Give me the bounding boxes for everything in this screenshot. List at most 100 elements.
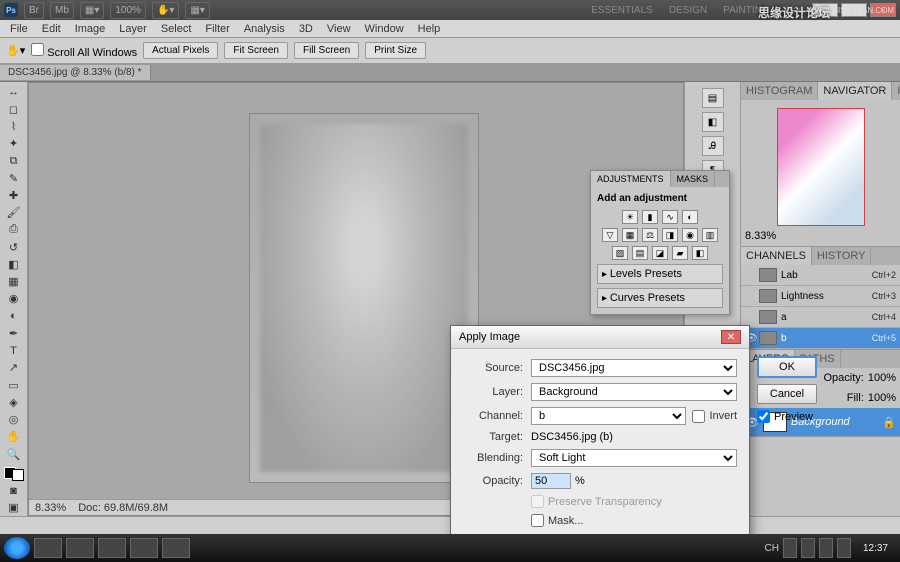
quickmask-icon[interactable]: ◙: [3, 482, 25, 498]
adj-brightness-icon[interactable]: ☀: [622, 210, 638, 224]
channel-row[interactable]: 👁bCtrl+5: [741, 328, 900, 349]
document-tab[interactable]: DSC3456.jpg @ 8.33% (b/8) *: [0, 65, 151, 80]
invert-checkbox[interactable]: Invert: [692, 410, 737, 423]
panel-icon[interactable]: Ꭿ: [702, 136, 724, 156]
taskbar-item[interactable]: [98, 538, 126, 558]
tab-adjustments[interactable]: ADJUSTMENTS: [591, 171, 671, 187]
adj-invert-icon[interactable]: ▨: [612, 246, 628, 260]
screenmode-icon[interactable]: ▣: [3, 500, 25, 516]
hand-tool-icon[interactable]: ✋▾: [6, 44, 25, 57]
adj-exposure-icon[interactable]: ◐: [682, 210, 698, 224]
start-button[interactable]: [4, 537, 30, 559]
source-select[interactable]: DSC3456.jpg: [531, 359, 737, 377]
adj-bw-icon[interactable]: ◨: [662, 228, 678, 242]
taskbar-item[interactable]: [66, 538, 94, 558]
tab-navigator[interactable]: NAVIGATOR: [818, 82, 892, 100]
adj-threshold-icon[interactable]: ◪: [652, 246, 668, 260]
3d-tool-icon[interactable]: ◈: [3, 394, 25, 410]
levels-presets[interactable]: ▸ Levels Presets: [597, 264, 723, 284]
blending-select[interactable]: Soft Light: [531, 449, 737, 467]
menu-help[interactable]: Help: [412, 21, 447, 37]
brush-tool-icon[interactable]: 🖌: [3, 205, 25, 221]
path-tool-icon[interactable]: ↗: [3, 360, 25, 376]
dodge-tool-icon[interactable]: ◐: [3, 308, 25, 324]
tray-icon[interactable]: [819, 538, 833, 558]
taskbar-item[interactable]: [130, 538, 158, 558]
eraser-tool-icon[interactable]: ◧: [3, 256, 25, 272]
adj-hue-icon[interactable]: ▦: [622, 228, 638, 242]
preview-checkbox[interactable]: Preview: [757, 410, 817, 423]
menu-select[interactable]: Select: [155, 21, 198, 37]
titlebar-icon[interactable]: ✋▾: [152, 2, 179, 19]
gradient-tool-icon[interactable]: ▦: [3, 274, 25, 290]
print-size-button[interactable]: Print Size: [365, 42, 426, 59]
crop-tool-icon[interactable]: ⧉: [3, 153, 25, 169]
lasso-tool-icon[interactable]: ⌇: [3, 118, 25, 134]
adj-poster-icon[interactable]: ▤: [632, 246, 648, 260]
dialog-close-icon[interactable]: ✕: [721, 330, 741, 344]
ok-button[interactable]: OK: [757, 356, 817, 378]
adj-mixer-icon[interactable]: ▥: [702, 228, 718, 242]
shape-tool-icon[interactable]: ▭: [3, 377, 25, 393]
menu-3d[interactable]: 3D: [293, 21, 319, 37]
menu-window[interactable]: Window: [359, 21, 410, 37]
adj-curves-icon[interactable]: ∿: [662, 210, 678, 224]
panel-icon[interactable]: ◧: [702, 112, 724, 132]
navigator-preview[interactable]: [777, 108, 865, 226]
cancel-button[interactable]: Cancel: [757, 384, 817, 404]
curves-presets[interactable]: ▸ Curves Presets: [597, 288, 723, 308]
channel-row[interactable]: LightnessCtrl+3: [741, 286, 900, 307]
zoom-tool-icon[interactable]: 🔍: [3, 446, 25, 462]
stamp-tool-icon[interactable]: ⎙: [3, 222, 25, 238]
titlebar-icon[interactable]: Mb: [50, 2, 74, 19]
actual-pixels-button[interactable]: Actual Pixels: [143, 42, 218, 59]
adj-levels-icon[interactable]: ▮: [642, 210, 658, 224]
opacity-input[interactable]: [531, 473, 571, 489]
fill-screen-button[interactable]: Fill Screen: [294, 42, 359, 59]
tray-icon[interactable]: [837, 538, 851, 558]
tray-icon[interactable]: [783, 538, 797, 558]
eyedropper-tool-icon[interactable]: ✎: [3, 170, 25, 186]
workspace-design[interactable]: DESIGN: [669, 5, 707, 16]
opacity-value[interactable]: 100%: [868, 372, 896, 384]
type-tool-icon[interactable]: T: [3, 343, 25, 359]
pen-tool-icon[interactable]: ✒: [3, 325, 25, 341]
taskbar-clock[interactable]: 12:37: [855, 543, 896, 554]
menu-view[interactable]: View: [321, 21, 357, 37]
tab-history[interactable]: HISTORY: [812, 247, 872, 265]
channel-row[interactable]: LabCtrl+2: [741, 265, 900, 286]
menu-filter[interactable]: Filter: [199, 21, 235, 37]
tray-icon[interactable]: [801, 538, 815, 558]
adj-balance-icon[interactable]: ⚖: [642, 228, 658, 242]
scroll-all-checkbox[interactable]: Scroll All Windows: [31, 43, 137, 59]
document-canvas[interactable]: [249, 113, 479, 483]
taskbar-item[interactable]: [162, 538, 190, 558]
move-tool-icon[interactable]: ↔: [3, 84, 25, 100]
titlebar-icon[interactable]: Br: [24, 2, 44, 19]
3d-camera-icon[interactable]: ◎: [3, 411, 25, 427]
ime-indicator[interactable]: CH: [765, 543, 779, 554]
heal-tool-icon[interactable]: ✚: [3, 187, 25, 203]
channel-select[interactable]: b: [531, 407, 686, 425]
menu-image[interactable]: Image: [69, 21, 112, 37]
hand-tool-icon[interactable]: ✋: [3, 429, 25, 445]
channel-row[interactable]: aCtrl+4: [741, 307, 900, 328]
menu-analysis[interactable]: Analysis: [238, 21, 291, 37]
tab-info[interactable]: INFO: [892, 82, 900, 100]
fill-value[interactable]: 100%: [868, 392, 896, 404]
mask-checkbox[interactable]: Mask...: [531, 514, 737, 527]
navigator-zoom[interactable]: 8.33%: [745, 230, 896, 242]
menu-file[interactable]: File: [4, 21, 34, 37]
wand-tool-icon[interactable]: ✦: [3, 136, 25, 152]
tab-channels[interactable]: CHANNELS: [741, 247, 812, 265]
adj-gradient-icon[interactable]: ▰: [672, 246, 688, 260]
color-swatch[interactable]: [4, 467, 24, 481]
titlebar-icon[interactable]: ▦▾: [80, 2, 104, 19]
fit-screen-button[interactable]: Fit Screen: [224, 42, 288, 59]
panel-icon[interactable]: ▤: [702, 88, 724, 108]
adj-selective-icon[interactable]: ◧: [692, 246, 708, 260]
titlebar-icon[interactable]: ▦▾: [185, 2, 209, 19]
history-brush-icon[interactable]: ↺: [3, 239, 25, 255]
titlebar-zoom[interactable]: 100%: [110, 2, 146, 19]
tab-masks[interactable]: MASKS: [671, 171, 716, 187]
